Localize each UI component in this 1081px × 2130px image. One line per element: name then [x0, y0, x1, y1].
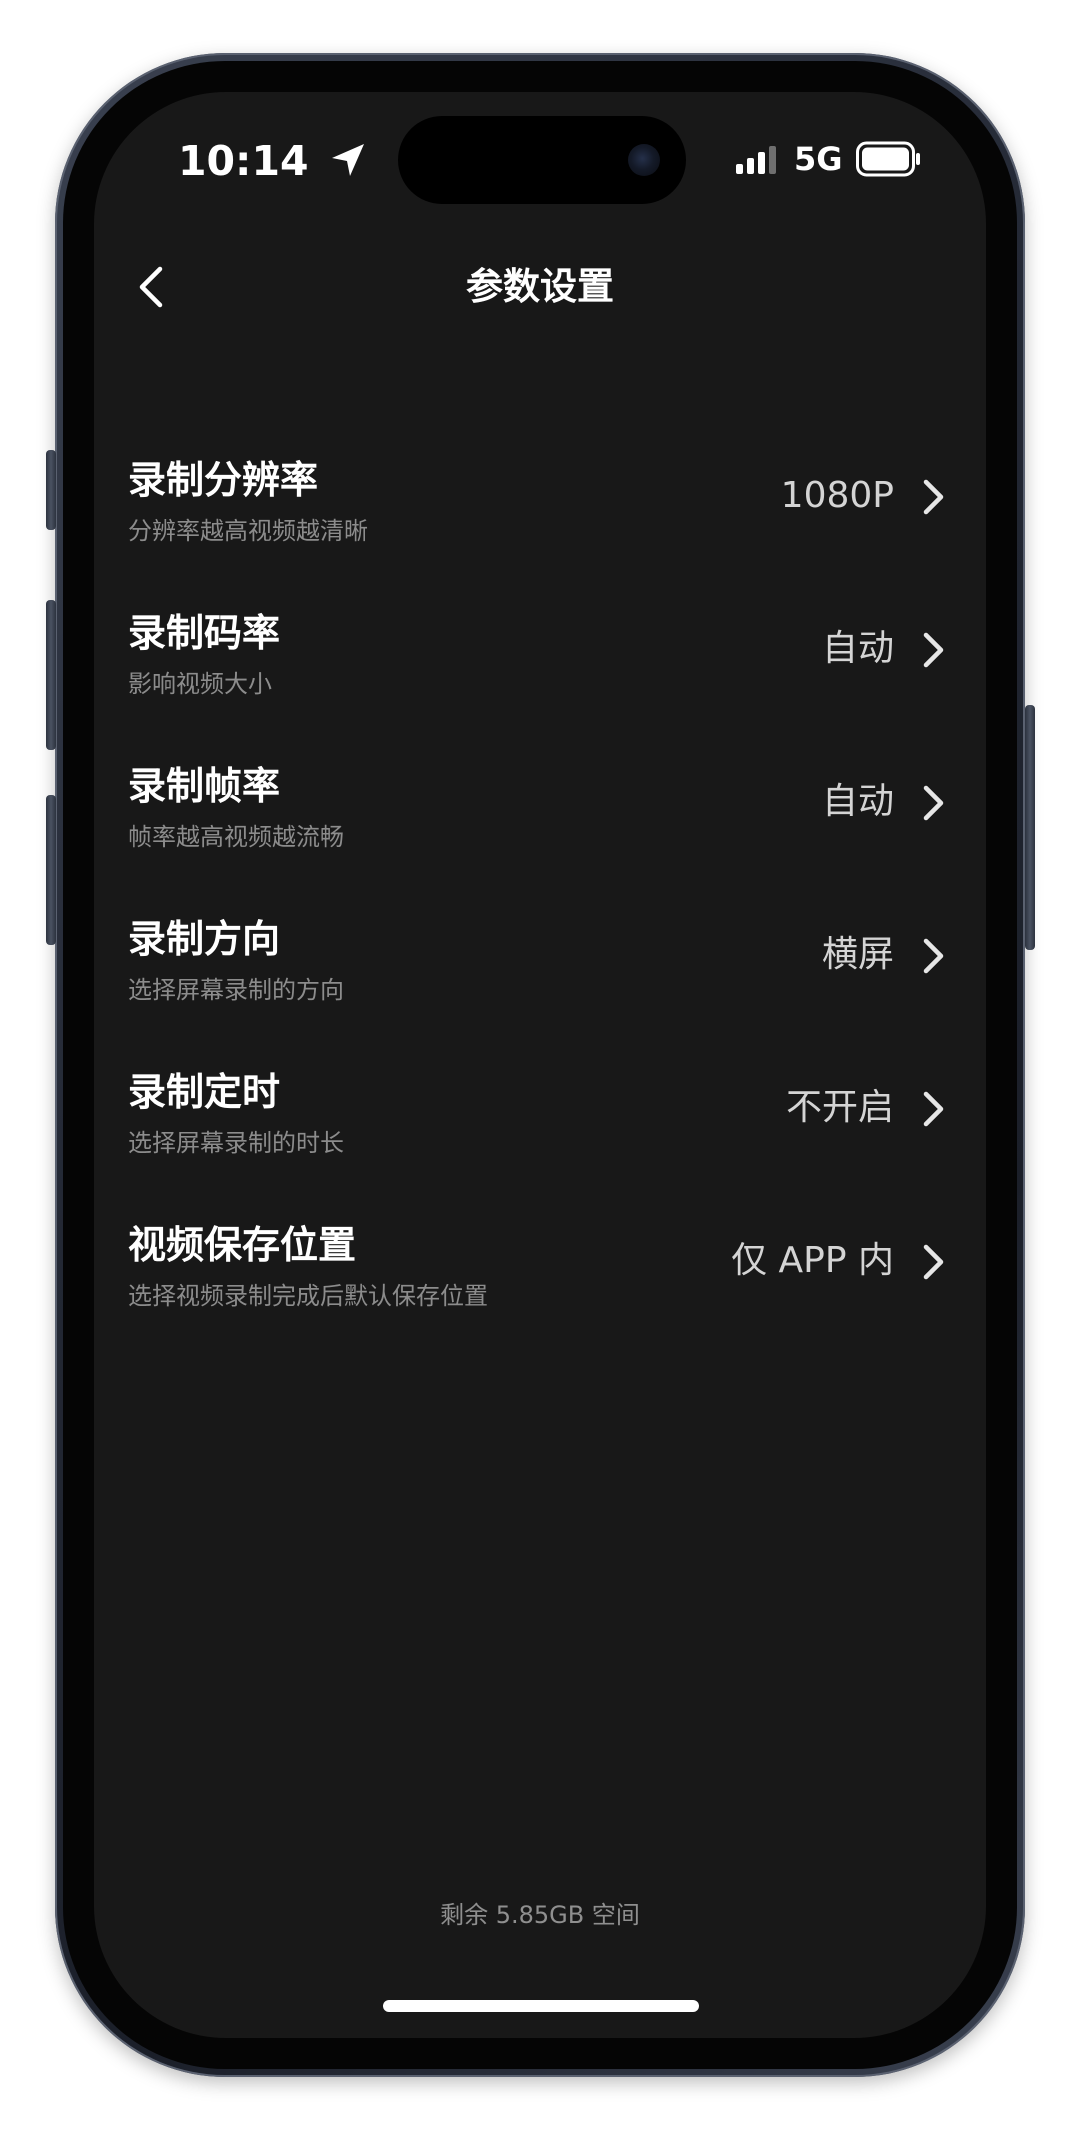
setting-value: 自动 — [821, 781, 894, 822]
setting-save-location[interactable]: 视频保存位置 选择视频录制完成后默认保存位置 仅 APP 内 — [94, 1207, 986, 1360]
setting-value: 仅 APP 内 — [731, 1240, 894, 1281]
setting-subtitle: 影响视频大小 — [128, 670, 272, 698]
setting-bitrate[interactable]: 录制码率 影响视频大小 自动 — [94, 595, 986, 748]
setting-subtitle: 选择屏幕录制的方向 — [128, 976, 344, 1004]
setting-title: 录制定时 — [128, 1070, 281, 1114]
action-button — [46, 450, 56, 530]
setting-subtitle: 帧率越高视频越流畅 — [128, 823, 344, 851]
chevron-right-icon — [923, 479, 944, 515]
volume-down-button — [46, 795, 56, 945]
setting-value: 不开启 — [785, 1087, 894, 1128]
setting-framerate[interactable]: 录制帧率 帧率越高视频越流畅 自动 — [94, 748, 986, 901]
status-time: 10:14 — [178, 137, 309, 185]
setting-subtitle: 选择屏幕录制的时长 — [128, 1129, 344, 1157]
battery-icon — [856, 141, 920, 177]
navigation-bar: 参数设置 — [94, 232, 986, 342]
chevron-right-icon — [923, 938, 944, 974]
setting-title: 录制方向 — [128, 917, 281, 961]
setting-timer[interactable]: 录制定时 选择屏幕录制的时长 不开启 — [94, 1054, 986, 1207]
setting-value: 1080P — [780, 475, 894, 516]
status-bar: 10:14 5G — [94, 92, 986, 222]
setting-title: 录制码率 — [128, 611, 281, 655]
chevron-right-icon — [923, 1244, 944, 1280]
setting-resolution[interactable]: 录制分辨率 分辨率越高视频越清晰 1080P — [94, 442, 986, 595]
chevron-right-icon — [923, 632, 944, 668]
setting-value: 自动 — [821, 628, 894, 669]
setting-title: 录制帧率 — [128, 764, 281, 808]
chevron-right-icon — [923, 1091, 944, 1127]
front-camera — [628, 144, 660, 176]
setting-subtitle: 选择视频录制完成后默认保存位置 — [128, 1282, 488, 1310]
setting-subtitle: 分辨率越高视频越清晰 — [128, 517, 368, 545]
network-type: 5G — [794, 140, 843, 178]
location-arrow-icon — [332, 144, 364, 176]
setting-title: 视频保存位置 — [128, 1223, 357, 1267]
power-button — [1025, 705, 1035, 950]
cellular-signal-icon — [736, 146, 776, 174]
page-title: 参数设置 — [466, 265, 614, 308]
chevron-right-icon — [923, 785, 944, 821]
setting-title: 录制分辨率 — [128, 458, 319, 502]
dynamic-island — [398, 116, 686, 204]
storage-info: 剩余 5.85GB 空间 — [440, 1901, 640, 1929]
volume-up-button — [46, 600, 56, 750]
setting-orientation[interactable]: 录制方向 选择屏幕录制的方向 横屏 — [94, 901, 986, 1054]
setting-value: 横屏 — [821, 934, 894, 975]
settings-list: 录制分辨率 分辨率越高视频越清晰 1080P 录制码率 影响视频大小 自动 录制… — [94, 442, 986, 1360]
home-indicator[interactable] — [383, 2000, 699, 2012]
screen: 10:14 5G 参数设置 录制分辨率 分辨率越高视频越清晰 1080P 录制码… — [94, 92, 986, 2038]
